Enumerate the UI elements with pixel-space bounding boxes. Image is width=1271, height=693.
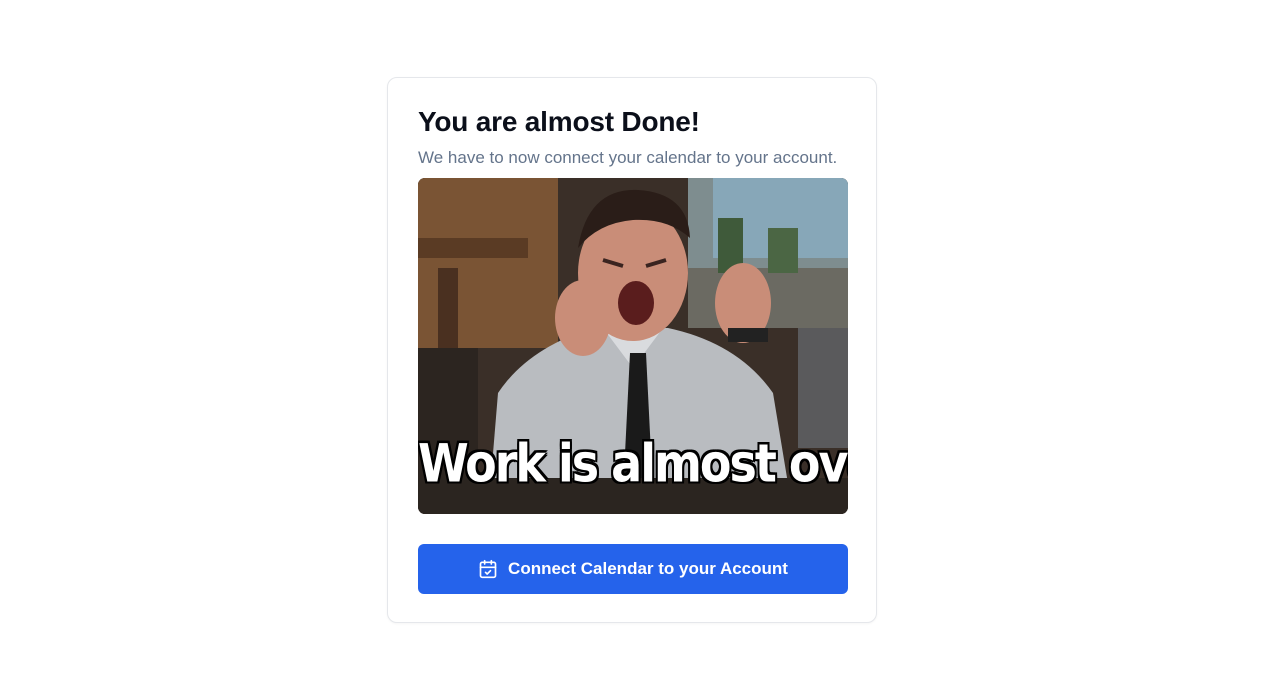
card-subtitle: We have to now connect your calendar to … xyxy=(418,148,838,167)
connect-calendar-label: Connect Calendar to your Account xyxy=(508,559,788,578)
onboarding-card: You are almost Done! We have to now conn… xyxy=(387,77,877,623)
calendar-check-icon xyxy=(478,559,498,579)
celebration-gif: Work is almost over xyxy=(418,178,848,514)
connect-calendar-button[interactable]: Connect Calendar to your Account xyxy=(418,544,848,594)
gif-caption: Work is almost over xyxy=(418,431,848,495)
card-title: You are almost Done! xyxy=(418,106,700,137)
